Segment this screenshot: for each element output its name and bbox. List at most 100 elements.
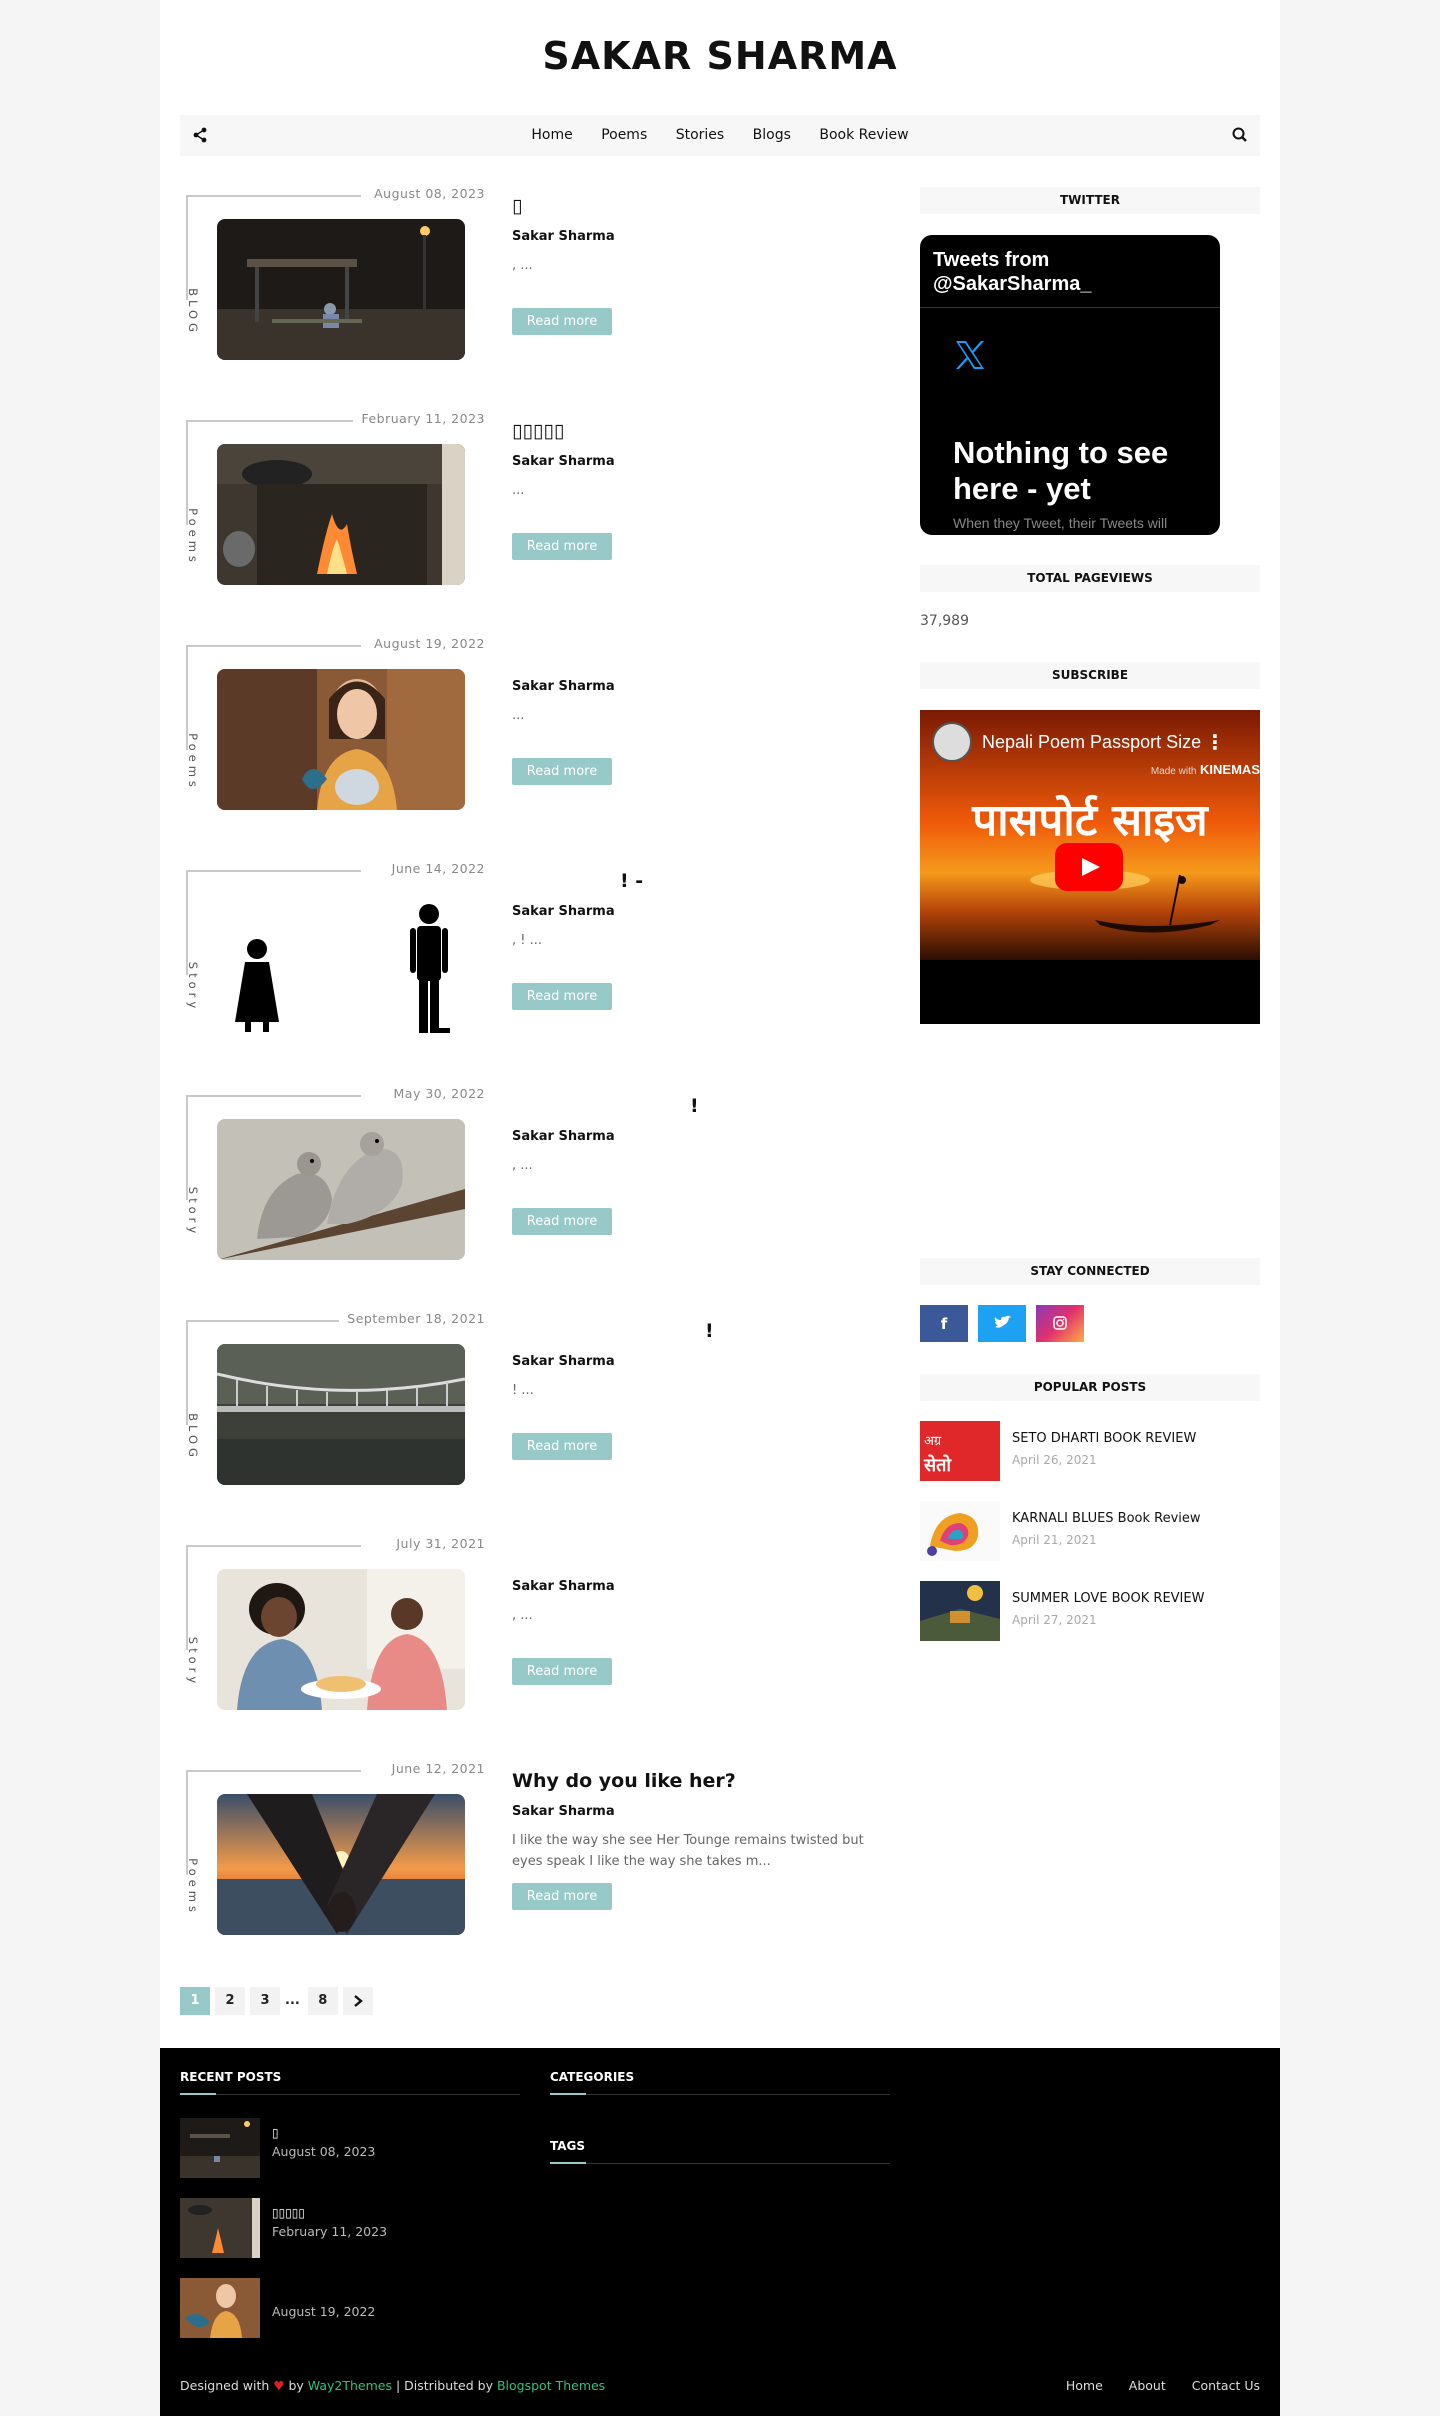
popular-post-title[interactable]: SUMMER LOVE BOOK REVIEW [1012,1591,1204,1606]
next-page-button[interactable] [342,1987,373,2015]
search-icon[interactable] [1230,125,1250,145]
post-thumbnail[interactable] [217,1794,465,1935]
post-snippet: , ... [512,1158,533,1173]
nav-item-poems[interactable]: Poems [601,127,647,143]
facebook-button[interactable]: f [920,1305,968,1342]
post-category[interactable]: BLOG [186,277,200,347]
channel-avatar[interactable] [932,722,972,762]
nav-item-stories[interactable]: Stories [676,127,725,143]
footer-link-home[interactable]: Home [1066,2378,1103,2393]
footer-post-title[interactable]: ▯ [272,2126,279,2140]
footer-categories-title: CATEGORIES [550,2070,635,2084]
page-2-button[interactable]: 2 [215,1987,245,2015]
read-more-button[interactable]: Read more [512,533,612,560]
footer-post-thumbnail[interactable] [180,2278,260,2338]
post-thumbnail[interactable] [217,669,465,810]
popular-post-thumbnail[interactable] [920,1501,1000,1561]
post-title[interactable]: ▯ [512,195,522,217]
post-thumbnail[interactable] [217,444,465,585]
post-category[interactable]: Story [186,1177,200,1247]
divider [186,1320,361,1322]
twitter-button[interactable] [978,1305,1026,1342]
post-item: June 14, 2022 Story ! - Sakar Sharma , !… [180,861,900,1070]
page-8-button[interactable]: 8 [307,1987,338,2015]
footer-post-thumbnail[interactable] [180,2198,260,2258]
popular-post-date: April 26, 2021 [1012,1453,1097,1467]
read-more-button[interactable]: Read more [512,1433,612,1460]
read-more-button[interactable]: Read more [512,1658,612,1685]
video-title[interactable]: Nepali Poem Passport Size [982,732,1201,753]
post-thumbnail[interactable] [217,1119,465,1260]
popular-post-item[interactable]: SUMMER LOVE BOOK REVIEW April 27, 2021 [920,1581,1260,1641]
page-3-button[interactable]: 3 [250,1987,280,2015]
post-category[interactable]: Poems [186,1852,200,1922]
footer-recent-post[interactable]: ▯ August 08, 2023 [180,2118,520,2178]
blogspot-themes-link[interactable]: Blogspot Themes [497,2378,605,2393]
post-category[interactable]: Poems [186,502,200,572]
post-date: May 30, 2022 [385,1086,485,1101]
post-thumbnail[interactable] [217,1569,465,1710]
popular-post-item[interactable]: KARNALI BLUES Book Review April 21, 2021 [920,1501,1260,1561]
post-category[interactable]: BLOG [186,1402,200,1472]
divider [920,307,1220,308]
twitter-icon [994,1315,1011,1328]
nav-item-blogs[interactable]: Blogs [753,127,791,143]
footer-post-thumbnail[interactable] [180,2118,260,2178]
post-title[interactable]: ▯▯▯▯▯ [512,420,564,442]
post-title[interactable]: ! [705,1320,714,1342]
play-button[interactable] [1055,843,1123,891]
post-title[interactable]: ! [690,1095,699,1117]
read-more-button[interactable]: Read more [512,308,612,335]
widget-title-popular-posts: POPULAR POSTS [920,1374,1260,1401]
twitter-timeline[interactable]: Tweets from @SakarSharma_ Nothing to see… [920,235,1220,535]
popular-post-thumbnail[interactable]: अग्र सेतो [920,1421,1000,1481]
instagram-button[interactable] [1036,1305,1084,1342]
widget-title-pageviews: TOTAL PAGEVIEWS [920,565,1260,592]
popular-post-date: April 27, 2021 [1012,1613,1097,1627]
site-title[interactable]: SAKAR SHARMA [160,34,1280,78]
page-1-button[interactable]: 1 [180,1987,210,2015]
read-more-button[interactable]: Read more [512,1883,612,1910]
post-category[interactable]: Poems [186,727,200,797]
post-thumbnail[interactable] [217,219,465,360]
post-thumbnail[interactable] [217,894,465,1035]
kinemaster-label: KINEMAS [1200,762,1260,777]
popular-post-title[interactable]: SETO DHARTI BOOK REVIEW [1012,1431,1196,1446]
footer-post-title[interactable]: ▯▯▯▯▯ [272,2206,305,2220]
post-author: Sakar Sharma [512,1354,615,1369]
post-category[interactable]: Story [186,952,200,1022]
post-snippet: I like the way she see Her Tounge remain… [512,1833,864,1869]
designed-with-label: Designed with [180,2378,270,2393]
post-title[interactable]: ! - [620,870,643,892]
popular-post-item[interactable]: अग्र सेतो SETO DHARTI BOOK REVIEW April 2… [920,1421,1260,1481]
popular-post-title[interactable]: KARNALI BLUES Book Review [1012,1511,1201,1526]
footer-link-about[interactable]: About [1129,2378,1166,2393]
read-more-button[interactable]: Read more [512,983,612,1010]
chevron-right-icon [354,1995,363,2007]
nav-item-home[interactable]: Home [531,127,572,143]
post-title[interactable]: Why do you like her? [512,1770,736,1792]
post-date: July 31, 2021 [388,1536,485,1551]
more-vertical-icon[interactable]: ⋮ [1205,730,1225,754]
way2themes-link[interactable]: Way2Themes [308,2378,392,2393]
post-category[interactable]: Story [186,1627,200,1697]
divider [186,645,361,647]
svg-text:अग्र: अग्र [924,1434,942,1449]
post-snippet: ! ... [512,1383,534,1398]
widget-title-stay-connected: STAY CONNECTED [920,1258,1260,1285]
read-more-button[interactable]: Read more [512,1208,612,1235]
post-thumbnail[interactable] [217,1344,465,1485]
footer-link-contact[interactable]: Contact Us [1192,2378,1260,2393]
youtube-video[interactable]: Nepali Poem Passport Size ⋮ Made with KI… [920,710,1260,1024]
read-more-button[interactable]: Read more [512,758,612,785]
twitter-heading[interactable]: Tweets from @SakarSharma_ [933,248,1133,296]
distributed-label: | Distributed by [395,2378,493,2393]
divider [186,195,361,197]
popular-post-thumbnail[interactable] [920,1581,1000,1641]
nav-item-book-review[interactable]: Book Review [819,127,908,143]
nav-menu: Home Poems Stories Blogs Book Review [180,127,1260,143]
footer-recent-post[interactable]: August 19, 2022 [180,2278,520,2338]
post-date: September 18, 2021 [339,1311,485,1326]
post-author: Sakar Sharma [512,454,615,469]
footer-recent-post[interactable]: ▯▯▯▯▯ February 11, 2023 [180,2198,520,2258]
